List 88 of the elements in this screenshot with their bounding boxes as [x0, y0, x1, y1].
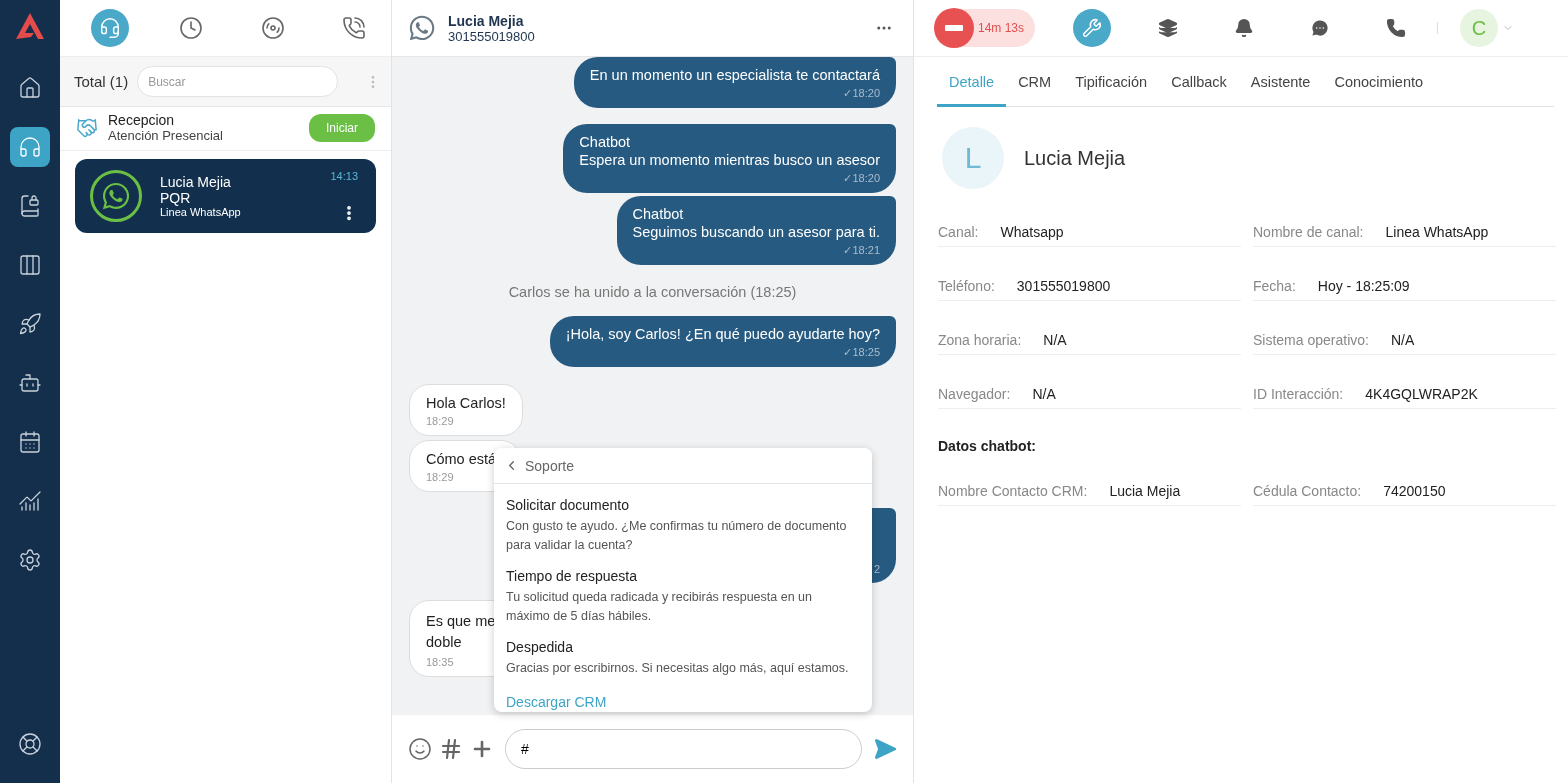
reports-icon [18, 489, 42, 513]
help-icon [18, 732, 42, 756]
field-value: Lucia Mejia [1109, 482, 1181, 499]
message-text: Seguimos buscando un asesor para ti. [632, 223, 880, 242]
nav-button[interactable] [10, 127, 50, 167]
field-value: Linea WhatsApp [1385, 223, 1489, 240]
history-icon [179, 16, 204, 40]
message-time: 18:29 [426, 415, 455, 427]
field-value: N/A [1390, 331, 1415, 348]
contact-name: Lucia Mejia [448, 12, 525, 29]
emoji-icon[interactable] [408, 737, 432, 761]
field-value: Whatsapp [1000, 223, 1064, 240]
contact-phone: 301555019800 [448, 28, 536, 44]
queue-name: Recepcion [108, 112, 176, 128]
field-label: ID Interacción: [1253, 385, 1344, 402]
settings-icon [18, 548, 42, 572]
chat-tab[interactable] [91, 9, 129, 47]
search-field[interactable]: Buscar [137, 66, 338, 97]
detail-tab[interactable]: CRM [1006, 57, 1064, 107]
conversation-card[interactable]: Lucia Mejia PQR Linea WhatsApp 14:13 [75, 159, 376, 233]
message-sender: Chatbot [579, 133, 632, 151]
message-text: Espera un momento mientras busco un asesor [579, 151, 880, 170]
total-count: Total (1) [74, 73, 129, 90]
message-text: Hola Carlos! [426, 395, 506, 412]
field-label: Sistema operativo: [1253, 331, 1369, 348]
message-time: ✓18:21 [843, 244, 880, 257]
queue-subtitle: Atención Presencial [108, 128, 224, 143]
bell-icon [1234, 18, 1254, 38]
message-text: En un momento un especialista te contactará [589, 66, 880, 85]
whatsapp-icon [90, 170, 142, 222]
field-value: 4K4GQLWRAP2K [1365, 385, 1478, 402]
board-icon [18, 253, 42, 277]
message-time: ✓18:25 [843, 346, 880, 359]
field-value: Hoy - 18:25:09 [1317, 277, 1410, 294]
reply-title[interactable]: Despedida [506, 639, 860, 655]
message-input[interactable]: # [505, 729, 862, 769]
detail-tab[interactable]: Tipificación [1063, 57, 1160, 107]
logo-icon [15, 12, 45, 40]
field-label: Zona horaria: [938, 331, 1022, 348]
reply-text: Gracias por escribirnos. Si necesitas algo más, aquí estamos. [506, 660, 850, 677]
wrench-icon [1082, 18, 1102, 38]
field-value: 301555019800 [1016, 277, 1111, 294]
bot-icon [18, 371, 42, 395]
contact-avatar: L [942, 127, 1004, 189]
field-value: N/A [1043, 331, 1067, 348]
send-button[interactable] [873, 737, 897, 761]
contact-name: Lucia Mejia [1024, 146, 1126, 170]
system-message: Carlos se ha unido a la conversación (18:25) [508, 284, 797, 300]
field-label: Canal: [938, 223, 979, 240]
message-time: ✓18:20 [843, 172, 880, 185]
home-icon [18, 76, 42, 100]
message-sender: Chatbot [632, 205, 685, 223]
detail-tab[interactable]: Conocimiento [1322, 57, 1436, 107]
field-label: Nombre de canal: [1253, 223, 1364, 240]
detail-tab[interactable]: Callback [1159, 57, 1239, 107]
field-label: Fecha: [1253, 277, 1296, 294]
detail-tab[interactable]: Asistente [1238, 57, 1323, 107]
layers-icon [1158, 18, 1178, 38]
reply-text: Tu solicitud queda radicada y recibirás respuesta en un máximo de 5 días hábiles. [506, 589, 813, 625]
reply-title[interactable]: Solicitar documento [506, 497, 860, 513]
reply-text: Con gusto te ayudo. ¿Me confirmas tu número de documento para validar la cuenta? [506, 518, 848, 554]
field-value: N/A [1032, 385, 1056, 402]
calendar-icon [18, 430, 42, 454]
message-time: 18:35 [426, 656, 455, 668]
whatsapp-icon [408, 14, 436, 42]
section-title: Datos chatbot: [937, 437, 1037, 454]
phone-icon [1386, 18, 1406, 38]
message-text: Es que me doble [426, 612, 497, 652]
field-label: Navegador: [938, 385, 1011, 402]
message-text: ¡Hola, soy Carlos! ¿En qué puedo ayudarte hoy? [565, 325, 880, 344]
message-time: 2 [873, 563, 880, 575]
agent-icon [18, 135, 42, 159]
handshake-icon [76, 116, 98, 139]
field-label: Teléfono: [938, 277, 995, 294]
message-time: ✓18:20 [843, 87, 880, 100]
conversation-time: 14:13 [330, 170, 358, 182]
hash-icon[interactable] [439, 737, 463, 761]
contacts-icon [18, 194, 42, 218]
contact-name: Lucia Mejia [160, 174, 232, 190]
field-label: Nombre Contacto CRM: [938, 482, 1088, 499]
callback-icon [342, 16, 366, 40]
field-label: Cédula Contacto: [1253, 482, 1362, 499]
channel-name: Linea WhatsApp [160, 206, 242, 218]
field-value: 74200150 [1383, 482, 1446, 499]
message-time: 18:29 [426, 471, 455, 483]
back-button[interactable]: Soporte [494, 448, 872, 484]
conversation-topic: PQR [160, 190, 192, 206]
reply-title[interactable]: Tiempo de respuesta [506, 568, 860, 584]
